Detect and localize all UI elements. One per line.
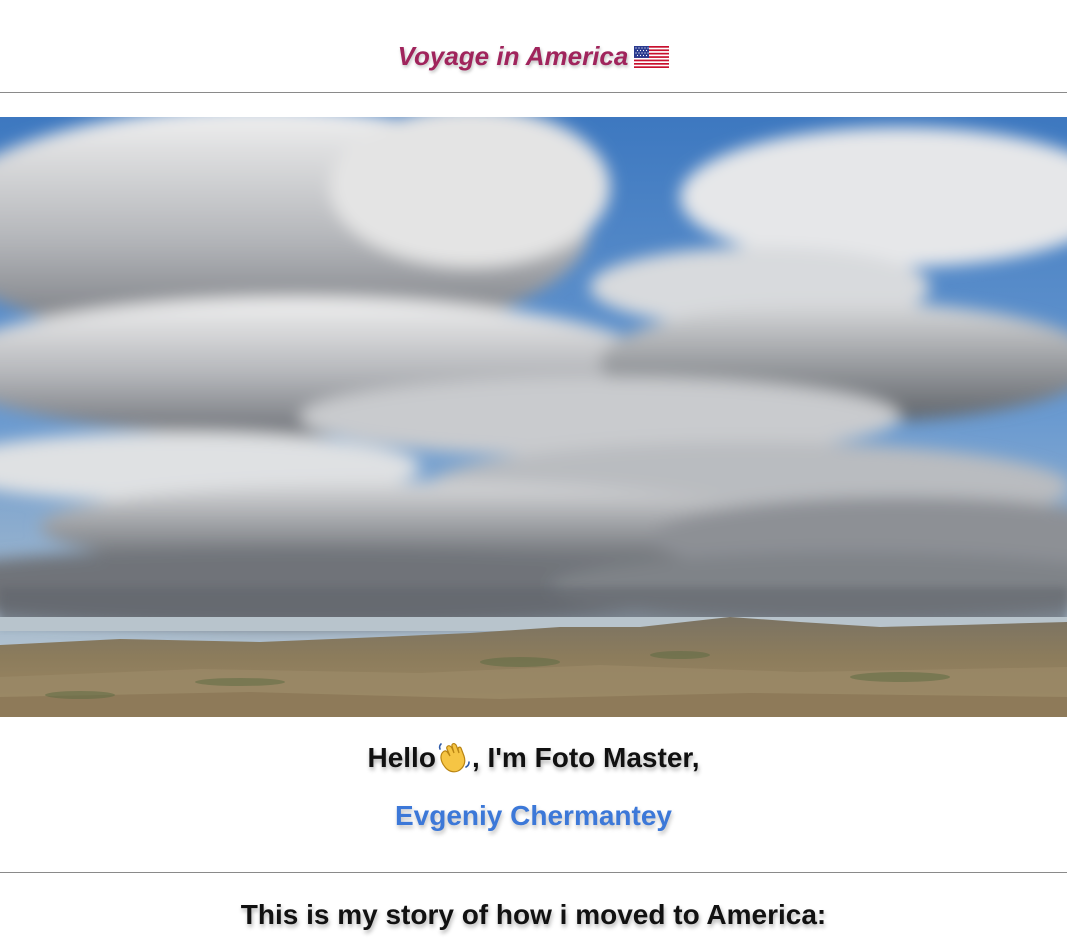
us-flag-icon: [634, 43, 670, 75]
section-divider: [0, 872, 1067, 873]
author-name-link[interactable]: Evgeniy Chermantey: [395, 800, 672, 831]
greeting: Hello , I'm Foto Master,: [0, 740, 1067, 782]
greeting-rest: , I'm Foto Master,: [471, 742, 700, 773]
greeting-hello: Hello: [367, 742, 436, 773]
page: Voyage in America Hello , I'm Foto Maste…: [0, 0, 1067, 948]
story-heading: This is my story of how i moved to Ameri…: [240, 899, 827, 930]
site-title: Voyage in America: [0, 40, 1067, 75]
waving-hand-icon: [437, 741, 471, 782]
hero-image: [0, 117, 1067, 717]
site-title-text: Voyage in America: [397, 41, 629, 71]
site-header: Voyage in America: [0, 0, 1067, 93]
author-name-container: Evgeniy Chermantey: [0, 798, 1067, 834]
